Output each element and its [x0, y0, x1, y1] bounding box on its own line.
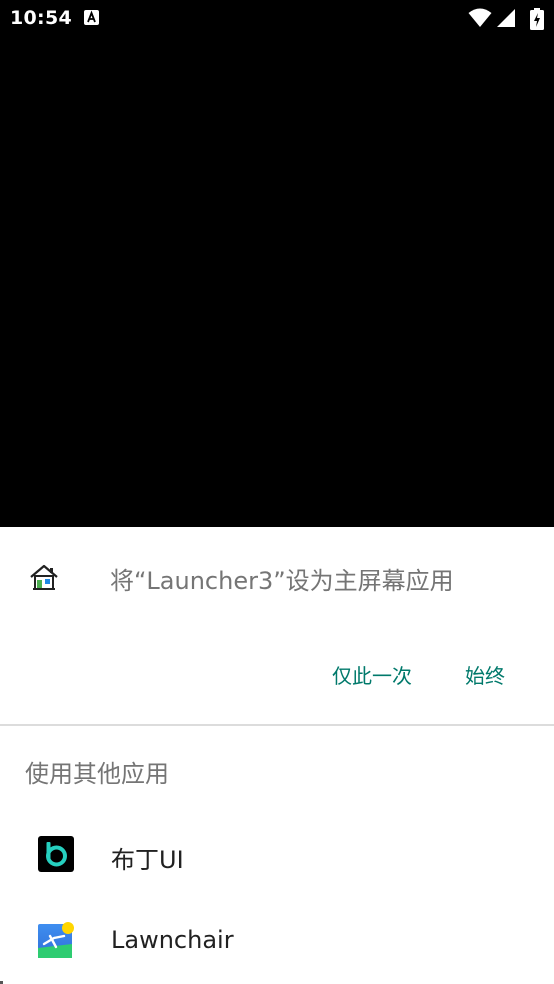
lawnchair-icon [38, 922, 74, 958]
app-item-lawnchair[interactable]: Lawnchair [0, 898, 554, 984]
wifi-icon [468, 8, 492, 27]
cell-signal-icon [497, 9, 515, 27]
other-apps-title: 使用其他应用 [25, 760, 169, 788]
just-once-button[interactable]: 仅此一次 [332, 660, 412, 689]
always-button[interactable]: 始终 [465, 660, 505, 689]
status-time: 10:54 [10, 7, 72, 29]
status-bar: 10:54 [0, 0, 554, 36]
app-label: 布丁UI [111, 846, 184, 874]
launcher-backdrop[interactable] [0, 36, 554, 527]
battery-charging-icon [530, 8, 544, 30]
dialog-title: 将“Launcher3”设为主屏幕应用 [110, 567, 454, 595]
accessibility-a-icon [84, 10, 99, 25]
budding-ui-icon [38, 836, 74, 872]
app-label: Lawnchair [111, 926, 234, 954]
home-icon [30, 564, 58, 590]
divider [0, 724, 554, 726]
app-item-budding-ui[interactable]: 布丁UI [0, 812, 554, 898]
